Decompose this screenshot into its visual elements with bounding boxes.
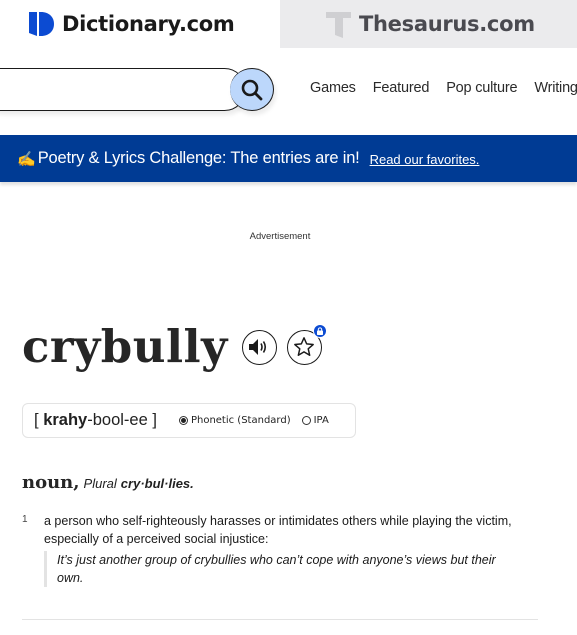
plural-form: cry·bul·lies. bbox=[120, 476, 194, 491]
part-of-speech: noun, bbox=[22, 472, 80, 493]
search-row: Games Featured Pop culture Writing tips bbox=[0, 48, 577, 135]
pron-open-bracket: [ bbox=[34, 411, 39, 429]
radio-phonetic[interactable]: Phonetic (Standard) bbox=[178, 415, 291, 426]
thesaurus-logo-link[interactable]: Thesaurus.com bbox=[280, 0, 577, 48]
promo-banner: ✍️ Poetry & Lyrics Challenge: The entrie… bbox=[0, 135, 577, 182]
pron-rest: -bool-ee bbox=[87, 411, 148, 429]
part-of-speech-row: noun, Plural cry·bul·lies. bbox=[22, 472, 194, 493]
pronunciation-box: [ krahy-bool-ee ] Phonetic (Standard) IP… bbox=[22, 403, 356, 438]
lock-icon bbox=[312, 323, 327, 338]
pron-close-bracket: ] bbox=[152, 411, 157, 429]
radio-ipa[interactable]: IPA bbox=[301, 415, 329, 426]
plural-label: Plural bbox=[83, 476, 117, 491]
headword-row: crybully bbox=[22, 318, 327, 376]
pronunciation-format-toggle: Phonetic (Standard) IPA bbox=[178, 415, 340, 426]
banner-link[interactable]: Read our favorites. bbox=[370, 152, 480, 167]
thesaurus-logo-icon bbox=[326, 12, 351, 38]
radio-ipa-label: IPA bbox=[313, 415, 329, 426]
definition-example: It’s just another group of crybullies wh… bbox=[44, 551, 524, 587]
headword: crybully bbox=[22, 320, 228, 373]
nav-pop-culture[interactable]: Pop culture bbox=[446, 80, 517, 96]
search-icon bbox=[241, 79, 262, 100]
banner-text: Poetry & Lyrics Challenge: The entries a… bbox=[37, 149, 360, 167]
definition-text: a person who self-righteously harasses o… bbox=[44, 514, 512, 546]
radio-ipa-dot[interactable] bbox=[301, 416, 311, 425]
nav-writing-tips[interactable]: Writing tips bbox=[534, 80, 577, 96]
thesaurus-brand-name: Thesaurus.com bbox=[359, 12, 535, 36]
writing-hand-icon: ✍️ bbox=[17, 150, 36, 168]
pron-stressed-syllable: krahy bbox=[43, 411, 88, 429]
star-icon bbox=[294, 337, 315, 356]
pronunciation: [ krahy-bool-ee ] bbox=[34, 411, 157, 430]
definition-number: 1 bbox=[22, 514, 28, 525]
advertisement-label: Advertisement bbox=[249, 231, 311, 242]
dictionary-brand-name: Dictionary.com bbox=[62, 12, 235, 36]
dictionary-logo-icon bbox=[29, 12, 54, 36]
audio-button[interactable] bbox=[241, 329, 277, 365]
nav-games[interactable]: Games bbox=[310, 80, 356, 96]
search-input[interactable] bbox=[5, 77, 205, 103]
section-divider bbox=[22, 619, 538, 620]
search-box bbox=[0, 68, 246, 111]
dictionary-logo-link[interactable]: Dictionary.com bbox=[0, 0, 280, 48]
main-nav: Games Featured Pop culture Writing tips bbox=[310, 80, 577, 96]
search-button[interactable] bbox=[230, 68, 274, 111]
radio-phonetic-label: Phonetic (Standard) bbox=[190, 415, 291, 426]
radio-phonetic-dot[interactable] bbox=[178, 416, 188, 425]
brand-bar: Dictionary.com Thesaurus.com bbox=[0, 0, 577, 48]
nav-featured[interactable]: Featured bbox=[373, 80, 430, 96]
speaker-icon bbox=[249, 339, 267, 355]
favorite-button[interactable] bbox=[286, 323, 327, 365]
